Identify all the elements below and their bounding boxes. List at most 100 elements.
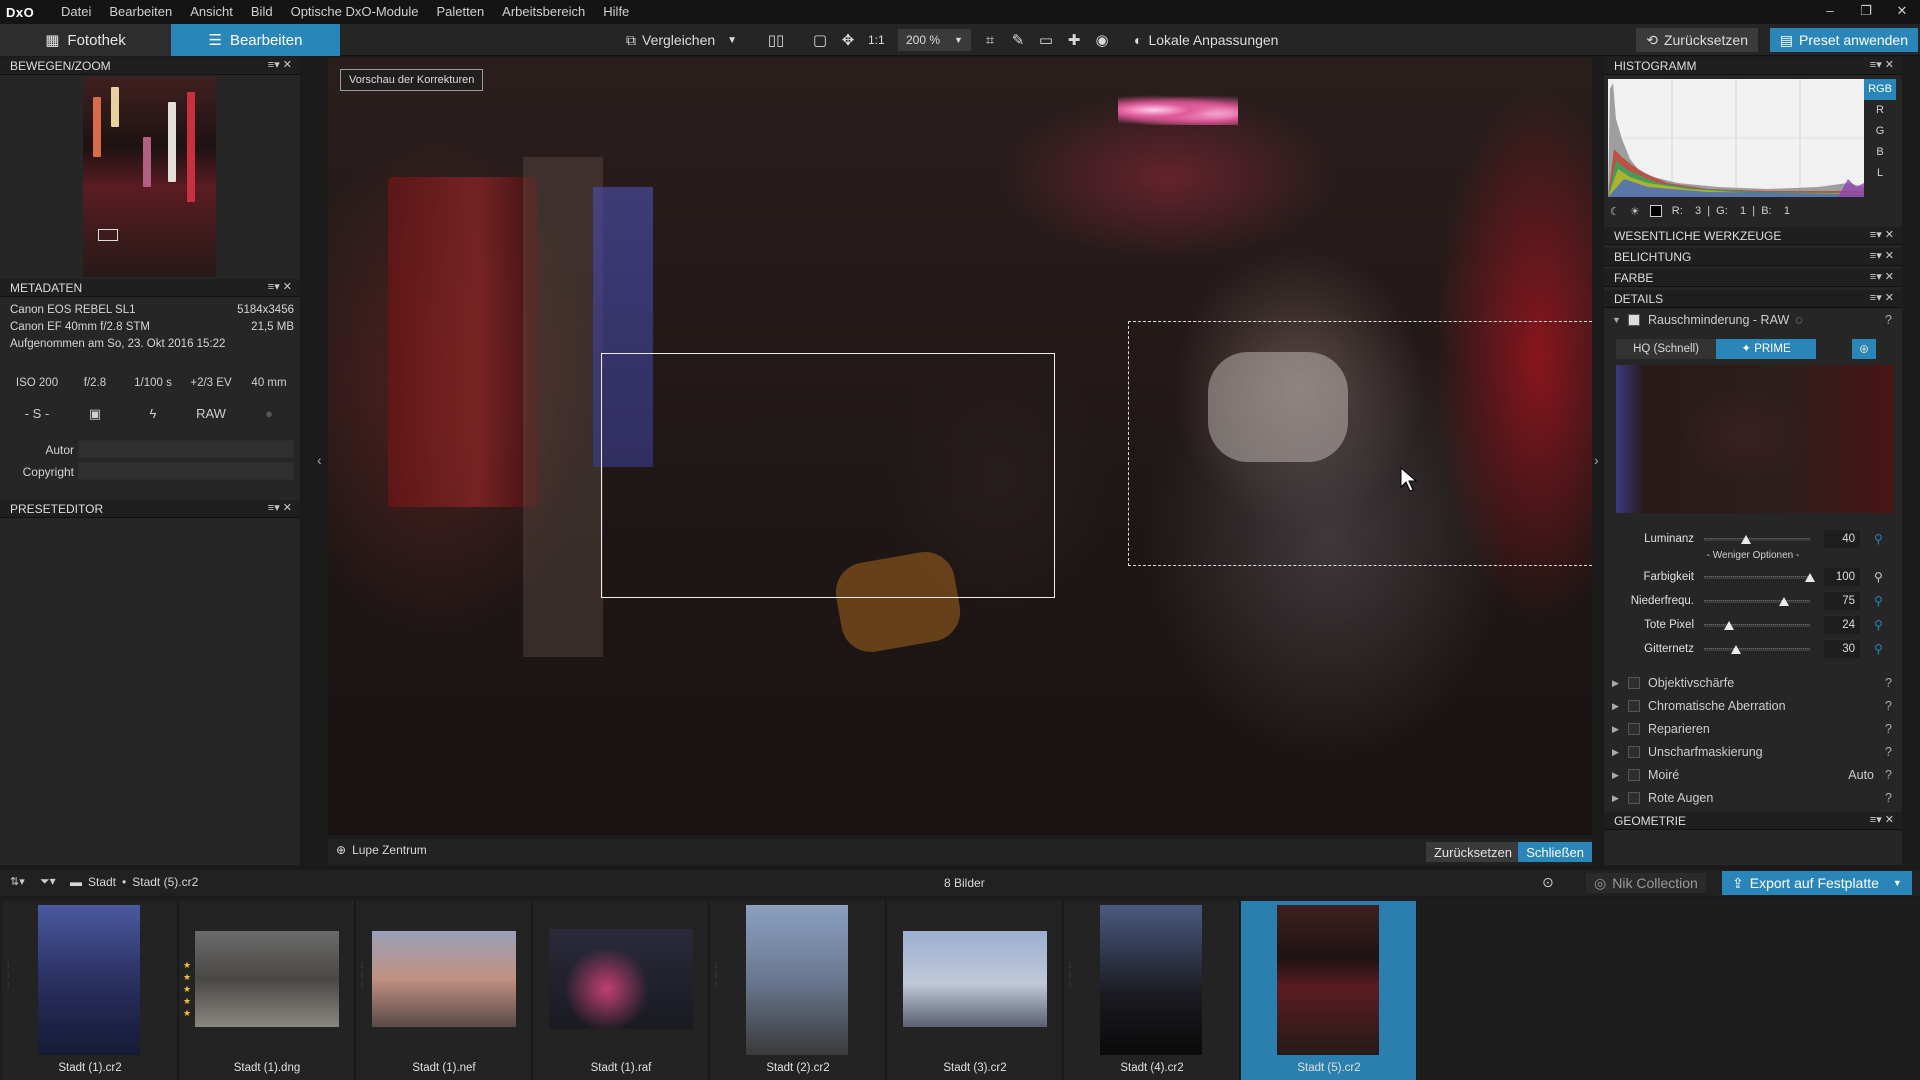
channel-r[interactable]: R xyxy=(1864,100,1896,121)
filter-icon[interactable]: ⏷▾ xyxy=(40,874,56,889)
slider-knob[interactable] xyxy=(1724,621,1735,630)
close-preview-button[interactable]: Schließen xyxy=(1518,842,1592,862)
crop-icon[interactable]: ⌗ xyxy=(978,28,1002,52)
collapsed-triangle-icon[interactable]: ▶ xyxy=(1612,793,1624,804)
close-window-icon[interactable]: ✕ xyxy=(1884,0,1920,24)
reset-button[interactable]: ⟲ Zurücksetzen xyxy=(1636,28,1758,52)
subsection-reparieren[interactable]: ▶ Reparieren ? xyxy=(1604,718,1902,740)
image-viewer[interactable]: Vorschau der Korrekturen xyxy=(328,57,1592,835)
enable-checkbox[interactable] xyxy=(1628,769,1640,781)
sort-icon[interactable]: ⇅▾ xyxy=(10,875,25,888)
help-icon[interactable]: ? xyxy=(1885,313,1892,327)
slider-knob[interactable] xyxy=(1741,535,1752,544)
slider-knob[interactable] xyxy=(1805,573,1815,582)
section-essential[interactable]: WESENTLICHE WERKZEUGE ≡▾ ✕ xyxy=(1604,227,1902,245)
enable-checkbox[interactable] xyxy=(1628,746,1640,758)
split-view-icon[interactable]: ▯▯ xyxy=(764,28,788,52)
enable-checkbox[interactable] xyxy=(1628,677,1640,689)
collapsed-triangle-icon[interactable]: ▶ xyxy=(1612,678,1624,689)
help-icon[interactable]: ? xyxy=(1885,745,1892,759)
apply-preset-button[interactable]: ▤ Preset anwenden xyxy=(1769,28,1918,52)
channel-rgb[interactable]: RGB xyxy=(1864,79,1896,100)
menu-optische-module[interactable]: Optische DxO-Module xyxy=(282,0,428,24)
mode-hq-button[interactable]: HQ (Schnell) xyxy=(1616,339,1716,359)
pin-icon[interactable]: ⚲ xyxy=(1874,570,1883,584)
slider-track[interactable] xyxy=(1704,621,1810,630)
mode-prime-button[interactable]: ✦ PRIME xyxy=(1716,339,1816,359)
breadcrumb-file[interactable]: Stadt (5).cr2 xyxy=(132,875,198,889)
panel-menu-icon[interactable]: ≡▾ ✕ xyxy=(1870,813,1894,826)
section-details[interactable]: DETAILS ≡▾ ✕ xyxy=(1604,290,1902,308)
subsection-moire[interactable]: ▶ Moiré Auto ? xyxy=(1604,764,1902,786)
help-icon[interactable]: ? xyxy=(1885,699,1892,713)
slider-track[interactable] xyxy=(1704,597,1810,606)
collapsed-triangle-icon[interactable]: ▶ xyxy=(1612,724,1624,735)
slider-value-field[interactable]: 75 xyxy=(1824,592,1860,610)
help-icon[interactable]: ? xyxy=(1885,676,1892,690)
collapse-right-icon[interactable]: › xyxy=(1594,452,1599,468)
shadow-clipping-icon[interactable]: ☾ xyxy=(1610,205,1620,218)
eye-icon[interactable]: ◉ xyxy=(1090,28,1114,52)
panel-menu-icon[interactable]: ≡▾ ✕ xyxy=(268,501,292,514)
loupe-rectangle[interactable] xyxy=(601,353,1055,598)
export-button[interactable]: ⇪ Export auf Festplatte ▼ xyxy=(1722,871,1912,895)
slider-knob[interactable] xyxy=(1778,597,1789,606)
horizon-icon[interactable]: ▭ xyxy=(1034,28,1058,52)
help-icon[interactable]: ? xyxy=(1885,722,1892,736)
enable-checkbox[interactable] xyxy=(1628,700,1640,712)
subsection-unscharfmaskierung[interactable]: ▶ Unscharfmaskierung ? xyxy=(1604,741,1902,763)
pin-icon[interactable]: ⚲ xyxy=(1874,618,1883,632)
tab-fotothek[interactable]: ▦ Fotothek xyxy=(0,24,171,56)
fit-screen-icon[interactable]: ▢ xyxy=(808,28,832,52)
slider-knob[interactable] xyxy=(1730,645,1741,654)
panel-menu-icon[interactable]: ≡▾ ✕ xyxy=(268,280,292,293)
zoom-1-1-button[interactable]: 1:1 xyxy=(868,28,885,52)
noise-reduction-row[interactable]: ▼ Rauschminderung - RAW ◌ ? xyxy=(1604,309,1902,331)
local-adjustments-button[interactable]: ◐ Lokale Anpassungen xyxy=(1134,28,1278,52)
collapsed-triangle-icon[interactable]: ▶ xyxy=(1612,770,1624,781)
slider-track[interactable] xyxy=(1704,535,1810,544)
menu-datei[interactable]: Datei xyxy=(52,0,100,24)
panel-menu-icon[interactable]: ≡▾ ✕ xyxy=(1870,291,1894,304)
menu-paletten[interactable]: Paletten xyxy=(427,0,493,24)
film-item[interactable]: Stadt (3).cr2 xyxy=(887,901,1063,1080)
section-geometry[interactable]: GEOMETRIE ≡▾ ✕ xyxy=(1604,812,1902,830)
menu-hilfe[interactable]: Hilfe xyxy=(594,0,638,24)
eyedropper-icon[interactable]: ✎ xyxy=(1006,28,1030,52)
help-icon[interactable]: ? xyxy=(1885,768,1892,782)
enable-checkbox[interactable] xyxy=(1628,792,1640,804)
share-icon[interactable]: ⊙ xyxy=(1542,874,1554,891)
move-icon[interactable]: ✥ xyxy=(836,28,860,52)
reset-preview-button[interactable]: Zurücksetzen xyxy=(1425,842,1520,862)
eye-hidden-icon[interactable]: ◌ xyxy=(1795,313,1802,327)
panel-menu-icon[interactable]: ≡▾ ✕ xyxy=(1870,228,1894,241)
nik-collection-button[interactable]: ◎ Nik Collection xyxy=(1586,873,1706,893)
channel-g[interactable]: G xyxy=(1864,121,1896,142)
pin-icon[interactable]: ⚲ xyxy=(1874,532,1883,546)
loupe-center-toggle[interactable]: ⊕ Lupe Zentrum xyxy=(336,843,427,857)
highlight-clipping-icon[interactable]: ☀ xyxy=(1630,205,1640,218)
section-color[interactable]: FARBE ≡▾ ✕ xyxy=(1604,269,1902,287)
panel-menu-icon[interactable]: ≡▾ ✕ xyxy=(1870,270,1894,283)
histogram-header[interactable]: HISTOGRAMM ≡▾ ✕ xyxy=(1604,57,1902,75)
film-item[interactable]: ⁞ ⁞ ⁞ Stadt (1).cr2 xyxy=(2,901,178,1080)
enable-checkbox[interactable] xyxy=(1628,723,1640,735)
loupe-target-icon[interactable]: ⊕ xyxy=(1852,339,1876,359)
navigator-thumbnail[interactable] xyxy=(83,77,216,277)
slider-value-field[interactable]: 100 xyxy=(1824,568,1860,586)
tab-bearbeiten[interactable]: ☰ Bearbeiten xyxy=(171,24,340,56)
metadata-header[interactable]: METADATEN ≡▾ ✕ xyxy=(0,279,300,297)
export-dropdown-icon[interactable]: ▼ xyxy=(1893,878,1902,888)
pin-icon[interactable]: ⚲ xyxy=(1874,642,1883,656)
menu-bearbeiten[interactable]: Bearbeiten xyxy=(100,0,181,24)
film-item[interactable]: Stadt (1).raf xyxy=(533,901,709,1080)
menu-bild[interactable]: Bild xyxy=(242,0,282,24)
compare-button[interactable]: ⧉ Vergleichen ▼ xyxy=(626,28,737,52)
menu-ansicht[interactable]: Ansicht xyxy=(181,0,242,24)
navigator-viewport-rect[interactable] xyxy=(98,229,118,241)
slider-value-field[interactable]: 24 xyxy=(1824,616,1860,634)
panel-menu-icon[interactable]: ≡▾ ✕ xyxy=(1870,249,1894,262)
section-exposure[interactable]: BELICHTUNG ≡▾ ✕ xyxy=(1604,248,1902,266)
film-item-selected[interactable]: Stadt (5).cr2 xyxy=(1241,901,1417,1080)
channel-l[interactable]: L xyxy=(1864,163,1896,184)
